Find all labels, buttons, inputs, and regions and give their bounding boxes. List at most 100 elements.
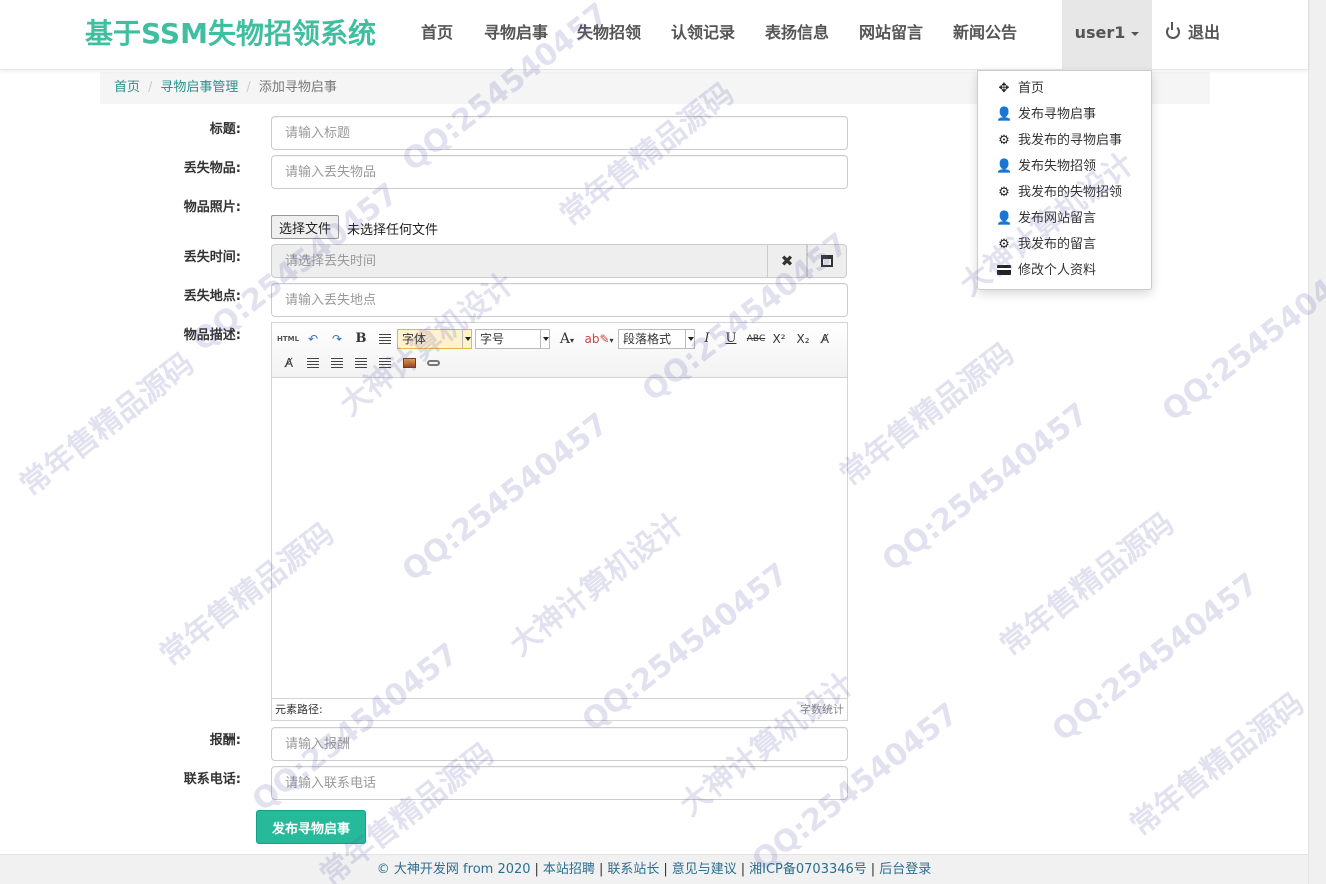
user-icon: 👤 <box>996 159 1013 174</box>
dropdown-item-label: 首页 <box>1018 81 1045 96</box>
font-size-value: 字号 <box>480 332 505 346</box>
watermark-text: 常年售精品源码 <box>13 346 201 504</box>
font-size-select[interactable]: 字号 <box>475 329 550 349</box>
underline-button[interactable]: U <box>722 329 740 349</box>
move-icon: ✥ <box>998 81 1010 96</box>
submit-button[interactable]: 发布寻物启事 <box>256 810 366 844</box>
superscript-icon[interactable]: X² <box>770 329 788 349</box>
footer-link-admin-login[interactable]: 后台登录 <box>879 862 931 877</box>
cog-icon: ⚙ <box>998 133 1010 148</box>
dropdown-item-my-messages[interactable]: ⚙ 我发布的留言 <box>978 233 1151 259</box>
nav-item-news[interactable]: 新闻公告 <box>953 0 1017 70</box>
item-label: 丢失物品: <box>183 161 241 176</box>
dropdown-item-home[interactable]: ✥ 首页 <box>978 77 1151 103</box>
element-path-label: 元素路径: <box>275 703 323 716</box>
dropdown-item-label: 发布寻物启事 <box>1018 107 1097 122</box>
format-painter-icon[interactable]: A̸ <box>280 353 298 373</box>
user-icon: 👤 <box>996 107 1013 122</box>
footer-link-jobs[interactable]: 本站招聘 <box>543 862 595 877</box>
calendar-icon[interactable] <box>807 244 847 278</box>
caret-down-icon <box>1131 31 1140 36</box>
file-status-text: 未选择任何文件 <box>347 223 439 238</box>
font-family-value: 字体 <box>402 332 427 346</box>
editor-content-area[interactable] <box>272 378 847 698</box>
breadcrumb-home[interactable]: 首页 <box>114 80 140 95</box>
lost-time-input[interactable] <box>271 244 768 278</box>
watermark-text: QQ:254540457 <box>875 396 1096 579</box>
logout-link[interactable]: 退出 <box>1166 0 1220 70</box>
lost-item-input[interactable] <box>271 155 848 189</box>
undo-icon[interactable]: ↶ <box>304 329 322 349</box>
highlight-icon[interactable]: ab✎▾ <box>584 329 614 349</box>
font-family-select[interactable]: 字体 <box>397 329 472 349</box>
align-center-icon[interactable] <box>352 353 370 373</box>
dropdown-item-post-lost[interactable]: 👤 发布寻物启事 <box>978 103 1151 129</box>
nav-item-found-items[interactable]: 失物招领 <box>577 0 641 70</box>
power-icon <box>1166 22 1180 39</box>
dropdown-item-my-found[interactable]: ⚙ 我发布的失物招领 <box>978 181 1151 207</box>
html-source-button[interactable]: HTML <box>276 329 300 349</box>
dropdown-item-my-lost[interactable]: ⚙ 我发布的寻物启事 <box>978 129 1151 155</box>
clear-icon[interactable]: ✖ <box>767 244 807 278</box>
lost-time-group: ✖ <box>271 244 848 278</box>
clear-format-icon[interactable]: A̸ <box>816 329 834 349</box>
cog-icon: ⚙ <box>998 185 1010 200</box>
page-scrollbar[interactable] <box>1308 0 1326 884</box>
nav-item-home[interactable]: 首页 <box>421 0 453 70</box>
choose-file-button[interactable]: 选择文件 <box>271 215 340 239</box>
font-color-button[interactable]: A▾ <box>554 329 580 349</box>
nav-item-lost-notices[interactable]: 寻物启事 <box>484 0 548 70</box>
breadcrumb-current: 添加寻物启事 <box>258 80 337 95</box>
nav-item-messages[interactable]: 网站留言 <box>859 0 923 70</box>
bold-button[interactable]: B <box>352 329 370 349</box>
image-icon[interactable] <box>400 353 418 373</box>
dropdown-item-post-message[interactable]: 👤 发布网站留言 <box>978 207 1151 233</box>
breadcrumb-section[interactable]: 寻物启事管理 <box>160 80 238 95</box>
description-label: 物品描述: <box>183 328 241 343</box>
nav-item-praise[interactable]: 表扬信息 <box>765 0 829 70</box>
nav-item-claim-records[interactable]: 认领记录 <box>671 0 735 70</box>
indent-icon[interactable] <box>376 329 394 349</box>
subscript-icon[interactable]: X₂ <box>794 329 812 349</box>
site-footer: © 大神开发网 from 2020 | 本站招聘 | 联系站长 | 意见与建议 | 湘ICP备0… <box>0 854 1308 884</box>
credit-card-icon <box>997 265 1011 275</box>
site-brand[interactable]: 基于SSM失物招领系统 <box>85 14 376 54</box>
word-count-label: 字数统计 <box>800 703 844 716</box>
editor-toolbar: HTML ↶ ↷ B 字体 字号 A▾ ab✎▾ 段落格式 I U ABC X²… <box>272 323 847 378</box>
lost-place-input[interactable] <box>271 283 848 317</box>
paragraph-format-value: 段落格式 <box>623 332 672 346</box>
align-justify-icon[interactable] <box>376 353 394 373</box>
phone-input[interactable] <box>271 766 848 800</box>
watermark-text: 常年售精品源码 <box>833 336 1021 494</box>
watermark-text: 常年售精品源码 <box>1123 686 1311 844</box>
top-navbar: 基于SSM失物招领系统 首页 寻物启事 失物招领 认领记录 表扬信息 网站留言 … <box>0 0 1308 70</box>
redo-icon[interactable]: ↷ <box>328 329 346 349</box>
dropdown-item-label: 我发布的失物招领 <box>1018 185 1123 200</box>
title-label: 标题: <box>209 122 241 137</box>
dropdown-item-label: 我发布的留言 <box>1018 237 1097 252</box>
link-icon[interactable] <box>424 353 442 373</box>
align-left-icon[interactable] <box>304 353 322 373</box>
strikethrough-button[interactable]: ABC <box>746 329 766 349</box>
footer-link-icp[interactable]: 湘ICP备0703346号 <box>749 862 867 877</box>
footer-link-contact[interactable]: 联系站长 <box>607 862 659 877</box>
reward-input[interactable] <box>271 727 848 761</box>
user-dropdown-menu: ✥ 首页 👤 发布寻物启事 ⚙ 我发布的寻物启事 👤 发布失物招领 ⚙ 我发布的失物招领 … <box>977 70 1152 290</box>
place-label: 丢失地点: <box>183 289 241 304</box>
dropdown-item-post-found[interactable]: 👤 发布失物招领 <box>978 155 1151 181</box>
dropdown-item-label: 我发布的寻物启事 <box>1018 133 1123 148</box>
title-input[interactable] <box>271 116 848 150</box>
paragraph-format-select[interactable]: 段落格式 <box>618 329 695 349</box>
footer-copyright[interactable]: © 大神开发网 from 2020 <box>377 862 531 877</box>
watermark-text: 常年售精品源码 <box>993 506 1181 664</box>
footer-link-feedback[interactable]: 意见与建议 <box>672 862 737 877</box>
user-menu-toggle[interactable]: user1 <box>1062 0 1152 70</box>
time-label: 丢失时间: <box>183 250 241 265</box>
user-icon: 👤 <box>996 211 1013 226</box>
dropdown-item-edit-profile[interactable]: 修改个人资料 <box>978 259 1151 285</box>
italic-button[interactable]: I <box>698 329 716 349</box>
align-right-icon[interactable] <box>328 353 346 373</box>
phone-label: 联系电话: <box>183 772 241 787</box>
breadcrumb-separator: / <box>148 80 153 95</box>
logout-label: 退出 <box>1188 23 1221 42</box>
